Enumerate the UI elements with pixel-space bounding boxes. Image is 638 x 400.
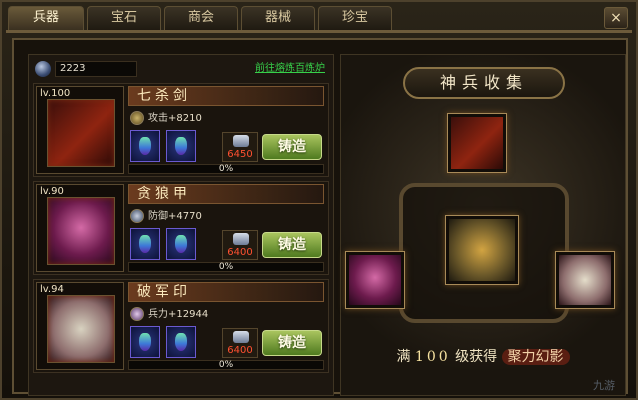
gem-slot[interactable] (130, 228, 160, 260)
close-button[interactable]: × (604, 7, 628, 29)
seal-icon (559, 255, 611, 305)
currency-bar: 2223 前往熔炼百炼炉 (33, 59, 329, 79)
stat-label: 兵力 (148, 309, 168, 320)
weapon-level: lv.94 (40, 284, 64, 295)
reward-badge: 聚力幻影 (501, 349, 570, 365)
tab-divider (6, 30, 632, 33)
gem-slot[interactable] (130, 130, 160, 162)
seal-icon (47, 295, 115, 363)
weapon-stat: 兵力+12944 (130, 307, 208, 323)
weapon-list-panel: 2223 前往熔炼百炼炉 lv.100 七杀剑 攻击+8210 6450 铸造 … (28, 54, 334, 396)
weapon-name: 七杀剑 (128, 86, 324, 106)
weapon-stat: 攻击+8210 (130, 111, 202, 127)
reward-level: 100 (414, 349, 451, 365)
forge-furnace-link[interactable]: 前往熔炼百炼炉 (255, 61, 325, 77)
stat-label: 攻击 (148, 113, 168, 124)
attack-icon (130, 111, 144, 125)
tab-gems[interactable]: 宝石 (87, 6, 161, 30)
weapon-row: lv.100 七杀剑 攻击+8210 6450 铸造 0% (33, 83, 329, 177)
forge-cost: 6400 (227, 345, 253, 356)
cost-box: 6450 (222, 132, 258, 162)
weapon-portrait[interactable]: lv.94 (36, 282, 124, 370)
weapon-level: lv.100 (40, 88, 71, 99)
forge-button[interactable]: 铸造 (262, 330, 322, 356)
forge-button[interactable]: 铸造 (262, 232, 322, 258)
ore-icon (233, 233, 249, 245)
tab-treasure[interactable]: 珍宝 (318, 6, 392, 30)
stat-value: +4770 (168, 211, 202, 222)
content-panel: 2223 前往熔炼百炼炉 lv.100 七杀剑 攻击+8210 6450 铸造 … (12, 38, 628, 396)
forge-cost: 6400 (227, 247, 253, 258)
collection-panel: 神兵收集 满 100 级获得 聚力幻影 九游 (340, 54, 626, 396)
sword-icon (451, 117, 503, 169)
gem-slot[interactable] (166, 326, 196, 358)
collection-seal-card[interactable] (555, 251, 615, 309)
weapon-stat: 防御+4770 (130, 209, 202, 225)
reward-prefix: 满 (396, 349, 411, 365)
tab-guild[interactable]: 商会 (164, 6, 238, 30)
collection-title: 神兵收集 (403, 67, 565, 99)
collection-center-card[interactable] (445, 215, 519, 285)
forge-progress: 0% (128, 164, 324, 174)
defense-icon (130, 209, 144, 223)
phantom-icon (449, 219, 515, 281)
tab-weapons[interactable]: 兵器 (8, 6, 84, 30)
weapon-name: 破军印 (128, 282, 324, 302)
weapon-portrait[interactable]: lv.90 (36, 184, 124, 272)
cost-box: 6400 (222, 328, 258, 358)
collection-armor-card[interactable] (345, 251, 405, 309)
stat-label: 防御 (148, 211, 168, 222)
gem-slot[interactable] (166, 228, 196, 260)
forge-progress: 0% (128, 360, 324, 370)
gem-count: 2223 (55, 61, 137, 77)
tab-bar: 兵器 宝石 商会 器械 珍宝 (8, 6, 392, 30)
tab-machinery[interactable]: 器械 (241, 6, 315, 30)
forge-progress: 0% (128, 262, 324, 272)
gem-slot[interactable] (130, 326, 160, 358)
window-frame: 兵器 宝石 商会 器械 珍宝 × 2223 前往熔炼百炼炉 lv.100 七杀剑… (0, 0, 638, 400)
armor-icon (349, 255, 401, 305)
gem-slot[interactable] (166, 130, 196, 162)
troops-icon (130, 307, 144, 321)
collection-sword-card[interactable] (447, 113, 507, 173)
forge-cost: 6450 (227, 149, 253, 160)
cost-box: 6400 (222, 230, 258, 260)
weapon-portrait[interactable]: lv.100 (36, 86, 124, 174)
weapon-level: lv.90 (40, 186, 64, 197)
stat-value: +12944 (168, 309, 209, 320)
armor-icon (47, 197, 115, 265)
gem-icon (35, 61, 51, 77)
weapon-row: lv.90 贪狼甲 防御+4770 6400 铸造 0% (33, 181, 329, 275)
sword-icon (47, 99, 115, 167)
reward-mid: 级获得 (455, 349, 498, 365)
weapon-row: lv.94 破军印 兵力+12944 6400 铸造 0% (33, 279, 329, 373)
watermark: 九游 (593, 379, 615, 392)
forge-button[interactable]: 铸造 (262, 134, 322, 160)
weapon-name: 贪狼甲 (128, 184, 324, 204)
collection-reward: 满 100 级获得 聚力幻影 (363, 345, 603, 369)
stat-value: +8210 (168, 113, 202, 124)
ore-icon (233, 135, 249, 147)
ore-icon (233, 331, 249, 343)
